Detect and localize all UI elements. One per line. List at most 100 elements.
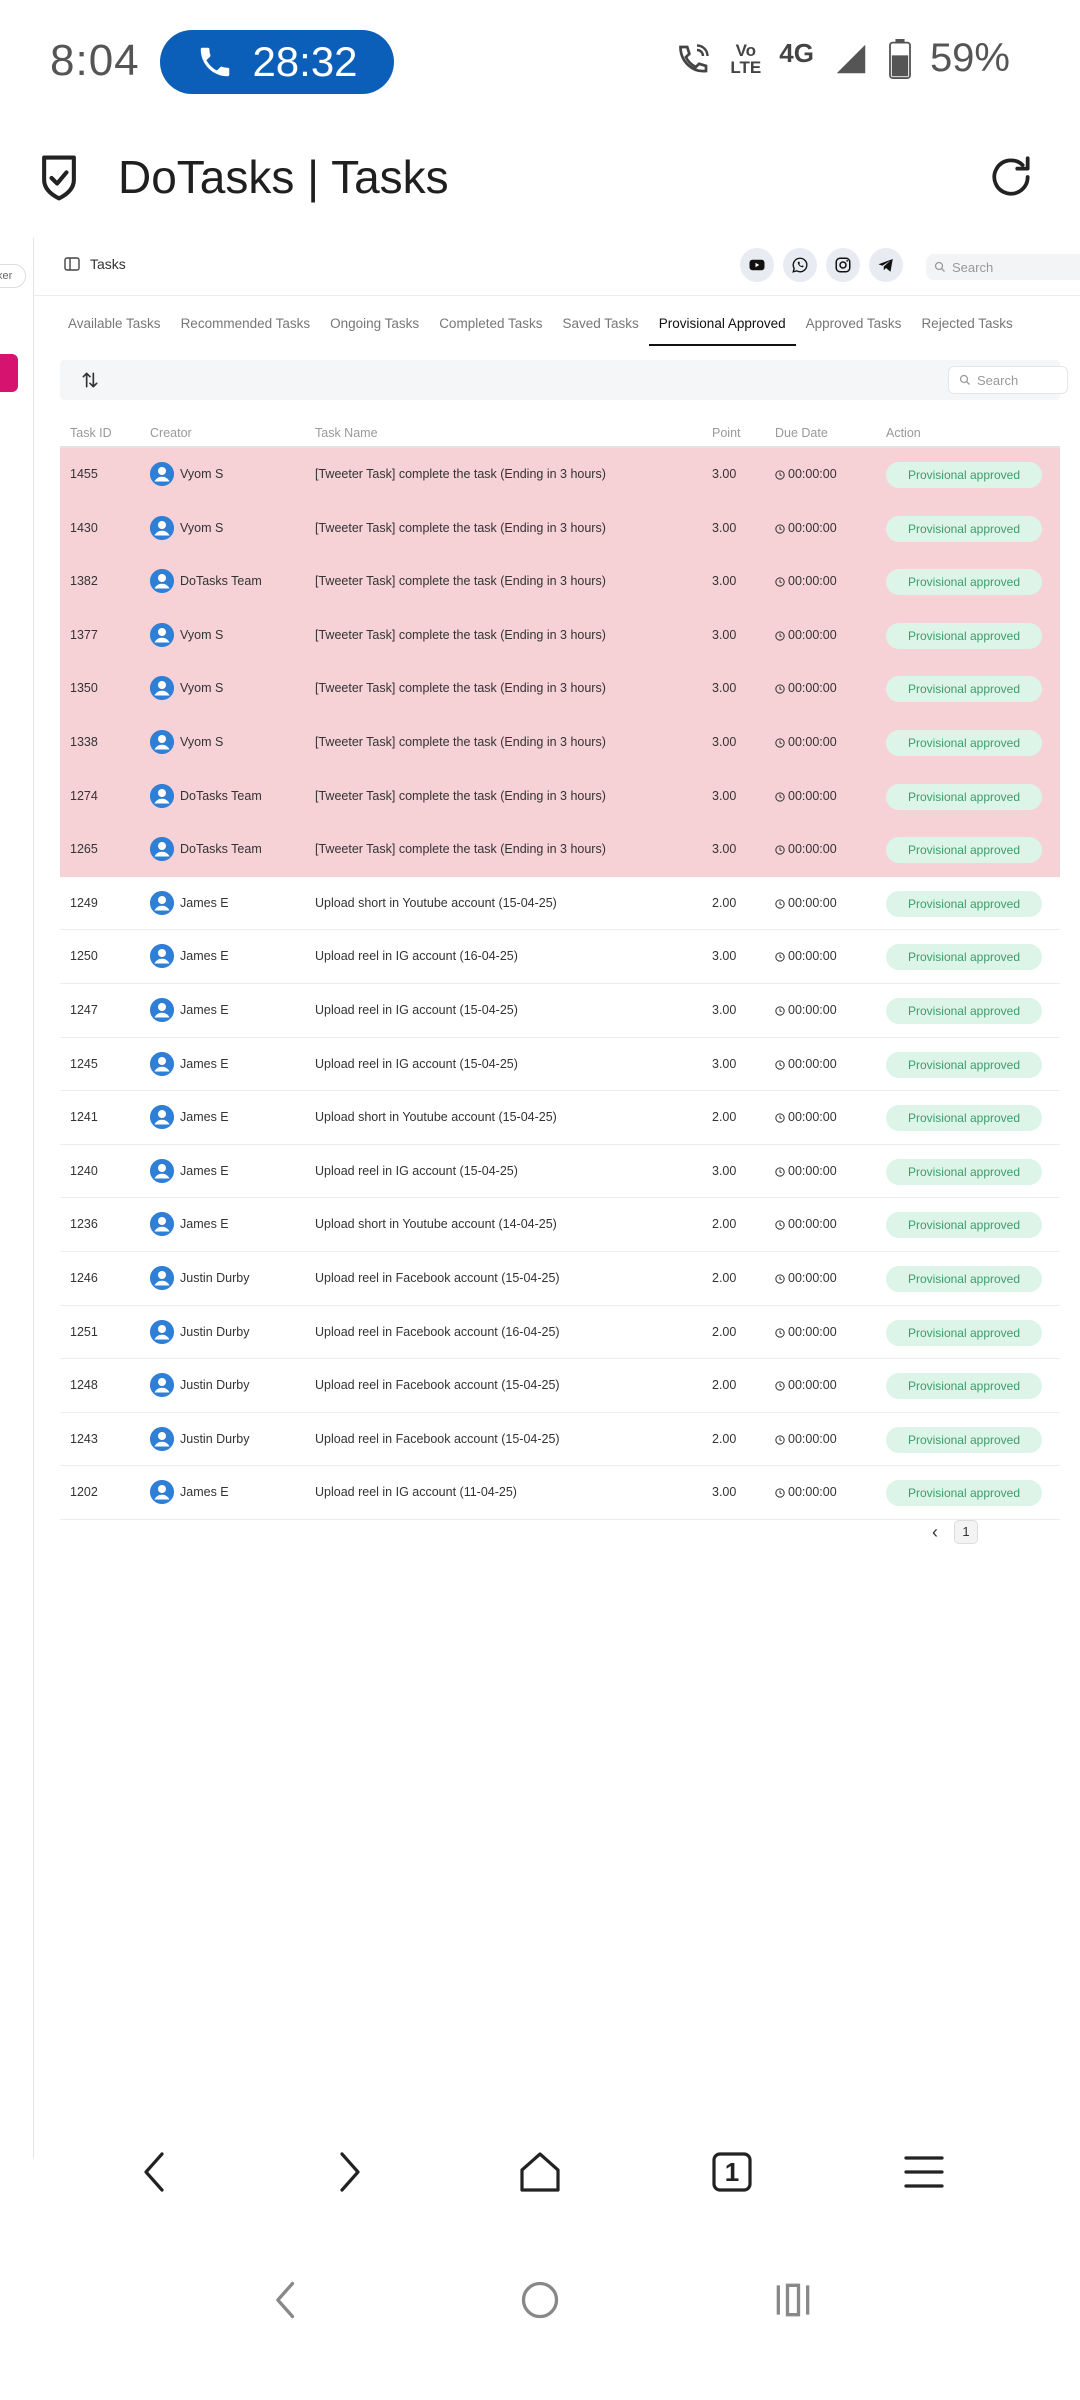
task-name[interactable]: Upload reel in IG account (15-04-25): [315, 1003, 518, 1017]
table-row[interactable]: 1202 James E Upload reel in IG account (11…: [60, 1466, 1060, 1520]
status-icons: Vo LTE 4G 59%: [676, 36, 1010, 81]
table-row[interactable]: 1245 James E Upload reel in IG account (15…: [60, 1038, 1060, 1092]
browser-back-button[interactable]: [126, 2142, 186, 2202]
task-name[interactable]: [Tweeter Task] complete the task (Ending…: [315, 789, 606, 803]
system-recents-icon[interactable]: [771, 2278, 815, 2322]
table-row[interactable]: 1251 Justin Durby Upload reel in Facebook …: [60, 1306, 1060, 1360]
web-content: ker Tasks Search Available Tasks Recomme…: [0, 238, 1080, 2158]
sidebar-active-marker[interactable]: [0, 354, 18, 392]
sort-icon[interactable]: [80, 370, 100, 390]
task-name[interactable]: [Tweeter Task] complete the task (Ending…: [315, 521, 606, 535]
status-badge[interactable]: Provisional approved: [886, 944, 1042, 971]
telegram-link[interactable]: [869, 248, 903, 282]
table-row[interactable]: 1430 Vyom S [Tweeter Task] complete the ta…: [60, 501, 1060, 556]
table-row[interactable]: 1236 James E Upload short in Youtube accou…: [60, 1198, 1060, 1252]
status-badge[interactable]: Provisional approved: [886, 837, 1042, 864]
status-badge[interactable]: Provisional approved: [886, 1105, 1042, 1132]
creator: James E: [150, 997, 229, 1022]
tab-recommended[interactable]: Recommended Tasks: [171, 314, 321, 346]
table-search-input[interactable]: Search: [948, 366, 1068, 394]
task-name[interactable]: Upload reel in Facebook account (15-04-2…: [315, 1378, 560, 1392]
status-badge[interactable]: Provisional approved: [886, 462, 1042, 488]
table-row[interactable]: 1241 James E Upload short in Youtube accou…: [60, 1091, 1060, 1145]
status-badge[interactable]: Provisional approved: [886, 1158, 1042, 1185]
table-row[interactable]: 1338 Vyom S [Tweeter Task] complete the ta…: [60, 715, 1060, 770]
status-badge[interactable]: Provisional approved: [886, 676, 1042, 703]
task-name[interactable]: Upload reel in IG account (15-04-25): [315, 1057, 518, 1071]
table-row[interactable]: 1247 James E Upload reel in IG account (15…: [60, 984, 1060, 1038]
task-name[interactable]: Upload reel in IG account (11-04-25): [315, 1485, 517, 1499]
whatsapp-link[interactable]: [783, 248, 817, 282]
task-point: 3.00: [712, 1056, 737, 1071]
status-badge[interactable]: Provisional approved: [886, 1265, 1042, 1292]
pagination-prev-button[interactable]: ‹: [932, 1522, 938, 1543]
tab-completed[interactable]: Completed Tasks: [429, 314, 552, 346]
table-row[interactable]: 1240 James E Upload reel in IG account (15…: [60, 1145, 1060, 1199]
tab-approved[interactable]: Approved Tasks: [796, 314, 912, 346]
task-name[interactable]: [Tweeter Task] complete the task (Ending…: [315, 574, 606, 588]
header-due-date: Due Date: [775, 426, 828, 440]
pagination-page-1[interactable]: 1: [954, 1520, 978, 1544]
table-row[interactable]: 1249 James E Upload short in Youtube accou…: [60, 877, 1060, 931]
status-badge[interactable]: Provisional approved: [886, 515, 1042, 542]
status-badge[interactable]: Provisional approved: [886, 1051, 1042, 1078]
table-row[interactable]: 1455 Vyom S [Tweeter Task] complete the ta…: [60, 448, 1060, 502]
task-name[interactable]: Upload short in Youtube account (14-04-2…: [315, 1217, 557, 1231]
browser-home-button[interactable]: [510, 2142, 570, 2202]
status-badge[interactable]: Provisional approved: [886, 1426, 1042, 1453]
table-row[interactable]: 1377 Vyom S [Tweeter Task] complete the ta…: [60, 608, 1060, 663]
task-name[interactable]: Upload short in Youtube account (15-04-2…: [315, 1110, 557, 1124]
ongoing-call-pill[interactable]: 28:32: [160, 30, 394, 94]
tab-provisional-approved[interactable]: Provisional Approved: [648, 314, 796, 346]
status-badge[interactable]: Provisional approved: [886, 1319, 1042, 1346]
status-badge[interactable]: Provisional approved: [886, 783, 1042, 810]
tab-available[interactable]: Available Tasks: [58, 314, 171, 346]
task-name[interactable]: [Tweeter Task] complete the task (Ending…: [315, 735, 606, 749]
task-name[interactable]: Upload reel in Facebook account (15-04-2…: [315, 1432, 560, 1446]
task-name[interactable]: [Tweeter Task] complete the task (Ending…: [315, 628, 606, 642]
task-name[interactable]: Upload reel in IG account (15-04-25): [315, 1164, 518, 1178]
clock-icon: [775, 1273, 785, 1284]
status-badge[interactable]: Provisional approved: [886, 622, 1042, 649]
task-name[interactable]: Upload reel in Facebook account (16-04-2…: [315, 1325, 560, 1339]
youtube-link[interactable]: [740, 248, 774, 282]
table-row[interactable]: 1274 DoTasks Team [Tweeter Task] complete …: [60, 769, 1060, 824]
instagram-link[interactable]: [826, 248, 860, 282]
table-row[interactable]: 1265 DoTasks Team [Tweeter Task] complete …: [60, 823, 1060, 877]
task-tabs: Available Tasks Recommended Tasks Ongoin…: [58, 314, 1023, 346]
system-home-icon[interactable]: [518, 2278, 562, 2322]
creator: Justin Durby: [150, 1319, 249, 1344]
status-badge[interactable]: Provisional approved: [886, 997, 1042, 1024]
status-badge[interactable]: Provisional approved: [886, 729, 1042, 756]
status-badge[interactable]: Provisional approved: [886, 1212, 1042, 1239]
browser-menu-button[interactable]: [894, 2142, 954, 2202]
reload-icon[interactable]: [986, 152, 1036, 202]
table-row[interactable]: 1382 DoTasks Team [Tweeter Task] complete …: [60, 555, 1060, 609]
due-date-value: 00:00:00: [788, 627, 837, 642]
task-name[interactable]: [Tweeter Task] complete the task (Ending…: [315, 467, 606, 481]
status-badge[interactable]: Provisional approved: [886, 1373, 1042, 1400]
due-date-value: 00:00:00: [788, 842, 837, 857]
task-name[interactable]: [Tweeter Task] complete the task (Ending…: [315, 681, 606, 695]
table-row[interactable]: 1243 Justin Durby Upload reel in Facebook …: [60, 1413, 1060, 1467]
table-row[interactable]: 1246 Justin Durby Upload reel in Facebook …: [60, 1252, 1060, 1306]
status-badge[interactable]: Provisional approved: [886, 569, 1042, 596]
system-back-icon[interactable]: [265, 2278, 309, 2322]
global-search-input[interactable]: Search: [926, 254, 1080, 280]
table-row[interactable]: 1350 Vyom S [Tweeter Task] complete the ta…: [60, 662, 1060, 716]
tab-rejected[interactable]: Rejected Tasks: [911, 314, 1022, 346]
status-badge[interactable]: Provisional approved: [886, 890, 1042, 917]
task-name[interactable]: [Tweeter Task] complete the task (Ending…: [315, 842, 606, 856]
table-row[interactable]: 1250 James E Upload reel in IG account (16…: [60, 930, 1060, 984]
sidebar-chip[interactable]: ker: [0, 264, 26, 288]
browser-forward-button[interactable]: [318, 2142, 378, 2202]
tab-saved[interactable]: Saved Tasks: [553, 314, 649, 346]
table-row[interactable]: 1248 Justin Durby Upload reel in Facebook …: [60, 1359, 1060, 1413]
browser-tabs-button[interactable]: 1: [702, 2142, 762, 2202]
sidebar-toggle[interactable]: Tasks: [64, 256, 126, 272]
status-badge[interactable]: Provisional approved: [886, 1480, 1042, 1507]
task-name[interactable]: Upload reel in Facebook account (15-04-2…: [315, 1271, 560, 1285]
task-name[interactable]: Upload reel in IG account (16-04-25): [315, 949, 518, 963]
task-name[interactable]: Upload short in Youtube account (15-04-2…: [315, 896, 557, 910]
tab-ongoing[interactable]: Ongoing Tasks: [320, 314, 429, 346]
